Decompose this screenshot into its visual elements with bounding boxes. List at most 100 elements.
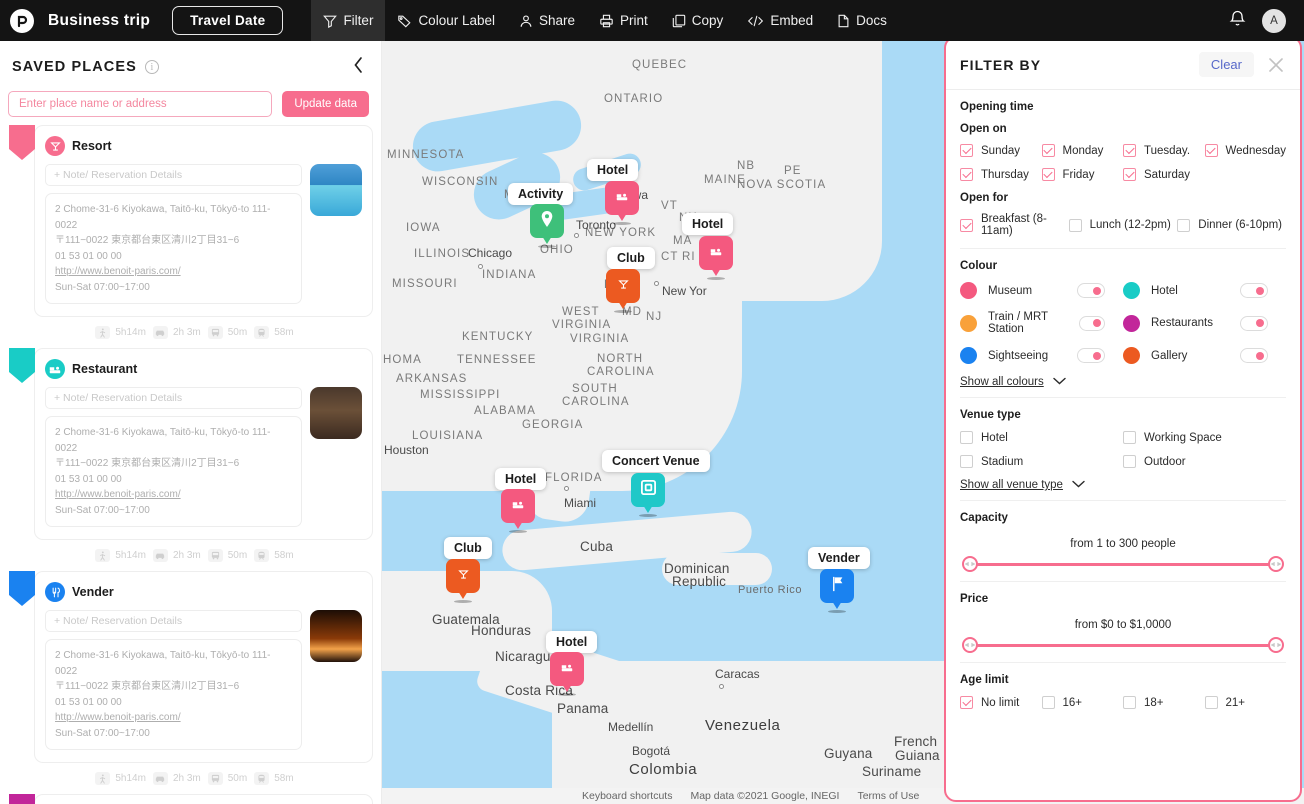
checkbox-sunday[interactable]: Sunday	[960, 144, 1042, 157]
restaurant-photo[interactable]	[310, 387, 362, 439]
menu-item-filter[interactable]: Filter	[311, 0, 386, 41]
menu-item-embed[interactable]: Embed	[735, 0, 825, 41]
map-marker[interactable]	[606, 269, 640, 313]
map-marker[interactable]	[530, 204, 564, 248]
colour-item[interactable]: Hotel	[1123, 282, 1286, 299]
checkbox-saturday[interactable]: Saturday	[1123, 168, 1205, 181]
checkbox-18[interactable]: 18+	[1123, 696, 1205, 709]
colour-toggle[interactable]	[1077, 348, 1105, 363]
checkbox-box[interactable]	[1177, 218, 1191, 232]
map-marker[interactable]	[501, 489, 535, 533]
checkbox-hotel[interactable]: Hotel	[960, 431, 1123, 444]
search-input[interactable]	[8, 91, 273, 117]
checkbox-box[interactable]	[960, 168, 973, 181]
capacity-max-handle[interactable]: ◄►	[1268, 556, 1284, 572]
checkbox-box[interactable]	[960, 218, 973, 232]
colour-item[interactable]: Gallery	[1123, 347, 1286, 364]
place-website-link[interactable]: http://www.benoit-paris.com/	[55, 489, 181, 500]
show-all-colours-button[interactable]: Show all colours	[960, 376, 1286, 388]
colour-toggle[interactable]	[1079, 315, 1105, 331]
keyboard-shortcuts-link[interactable]: Keyboard shortcuts	[582, 790, 672, 802]
map-marker[interactable]	[446, 559, 480, 603]
collapse-sidebar-button[interactable]	[352, 55, 365, 79]
checkbox-box[interactable]	[1041, 144, 1055, 157]
checkbox-box[interactable]	[1068, 218, 1082, 232]
checkbox-box[interactable]	[1041, 696, 1055, 709]
place-website-link[interactable]: http://www.benoit-paris.com/	[55, 266, 181, 277]
map-marker-label[interactable]: Hotel	[682, 213, 734, 235]
colour-item[interactable]: Museum	[960, 282, 1123, 299]
map-marker-label[interactable]: Hotel	[546, 631, 598, 653]
checkbox-box[interactable]	[1123, 168, 1136, 181]
place-card[interactable]: Resort 2 Chome-31-6 Kiyokawa, Taitō-ku, T…	[9, 125, 373, 317]
checkbox-box[interactable]	[960, 431, 973, 444]
checkbox-21[interactable]: 21+	[1204, 696, 1287, 709]
map-marker-label[interactable]: Hotel	[587, 159, 639, 181]
colour-item[interactable]: Sightseeing	[960, 347, 1123, 364]
colour-toggle[interactable]	[1240, 315, 1268, 331]
note-input[interactable]	[45, 387, 302, 409]
map-marker-label[interactable]: Club	[607, 247, 655, 269]
colour-item[interactable]: Train / MRT Station	[960, 311, 1123, 335]
map-marker-label[interactable]: Vender	[808, 547, 870, 569]
map-marker[interactable]	[820, 569, 854, 613]
map-marker-label[interactable]: Club	[444, 537, 492, 559]
checkbox-lunch-12-2pm[interactable]: Lunch (12-2pm)	[1068, 213, 1178, 237]
menu-item-share[interactable]: Share	[507, 0, 587, 41]
checkbox-box[interactable]	[1204, 144, 1218, 157]
checkbox-wednesday[interactable]: Wednesday	[1204, 144, 1286, 157]
checkbox-breakfast-8-11am[interactable]: Breakfast (8-11am)	[960, 213, 1069, 237]
colour-toggle[interactable]	[1240, 283, 1268, 298]
checkbox-box[interactable]	[960, 455, 973, 468]
update-data-button[interactable]: Update data	[282, 91, 369, 117]
show-all-venue-type-button[interactable]: Show all venue type	[960, 479, 1286, 491]
capacity-slider[interactable]: ◄► ◄►	[962, 556, 1284, 572]
concert-photo[interactable]	[310, 610, 362, 662]
map-marker-label[interactable]: Activity	[508, 183, 574, 205]
bell-icon[interactable]	[1229, 9, 1246, 32]
menu-item-docs[interactable]: Docs	[825, 0, 899, 41]
checkbox-stadium[interactable]: Stadium	[960, 455, 1123, 468]
colour-toggle[interactable]	[1077, 283, 1105, 298]
note-input[interactable]	[45, 610, 302, 632]
checkbox-dinner-6-10pm[interactable]: Dinner (6-10pm)	[1177, 213, 1286, 237]
clear-filters-button[interactable]: Clear	[1198, 52, 1254, 77]
avatar[interactable]: A	[1262, 8, 1286, 33]
price-slider[interactable]: ◄► ◄►	[962, 637, 1284, 653]
map-marker-label[interactable]: Concert Venue	[602, 450, 710, 472]
checkbox-tuesday[interactable]: Tuesday.	[1123, 144, 1205, 157]
checkbox-box[interactable]	[1123, 696, 1136, 709]
map-marker[interactable]	[631, 473, 665, 517]
price-max-handle[interactable]: ◄►	[1268, 637, 1284, 653]
checkbox-box[interactable]	[1204, 696, 1218, 709]
map-marker[interactable]	[550, 652, 584, 696]
checkbox-thursday[interactable]: Thursday	[960, 168, 1042, 181]
map-marker[interactable]	[699, 236, 733, 280]
checkbox-box[interactable]	[1041, 168, 1055, 181]
menu-item-print[interactable]: Print	[587, 0, 660, 41]
terms-of-use-link[interactable]: Terms of Use	[857, 790, 919, 802]
checkbox-box[interactable]	[960, 696, 973, 709]
note-input[interactable]	[45, 164, 302, 186]
checkbox-box[interactable]	[1123, 455, 1136, 468]
colour-toggle[interactable]	[1240, 348, 1268, 363]
menu-item-colour-label[interactable]: Colour Label	[385, 0, 507, 41]
checkbox-friday[interactable]: Friday	[1041, 168, 1124, 181]
colour-item[interactable]: Restaurants	[1123, 314, 1286, 332]
place-website-link[interactable]: http://www.benoit-paris.com/	[55, 712, 181, 723]
checkbox-box[interactable]	[960, 144, 973, 157]
travel-date-button[interactable]: Travel Date	[172, 6, 284, 35]
checkbox-outdoor[interactable]: Outdoor	[1123, 455, 1286, 468]
menu-item-copy[interactable]: Copy	[660, 0, 736, 41]
place-card[interactable]: ActivitySun18Sun18Tue20Wed21Thu222 Chome…	[9, 794, 373, 804]
map-marker[interactable]	[605, 181, 639, 225]
checkbox-working-space[interactable]: Working Space	[1123, 431, 1286, 444]
place-card[interactable]: Restaurant 2 Chome-31-6 Kiyokawa, Taitō-k…	[9, 348, 373, 540]
price-min-handle[interactable]: ◄►	[962, 637, 978, 653]
checkbox-monday[interactable]: Monday	[1041, 144, 1124, 157]
pool-photo[interactable]	[310, 164, 362, 216]
checkbox-no-limit[interactable]: No limit	[960, 696, 1042, 709]
info-icon[interactable]: i	[144, 60, 159, 74]
place-card[interactable]: Vender 2 Chome-31-6 Kiyokawa, Taitō-ku, T…	[9, 571, 373, 763]
checkbox-box[interactable]	[1123, 144, 1136, 157]
